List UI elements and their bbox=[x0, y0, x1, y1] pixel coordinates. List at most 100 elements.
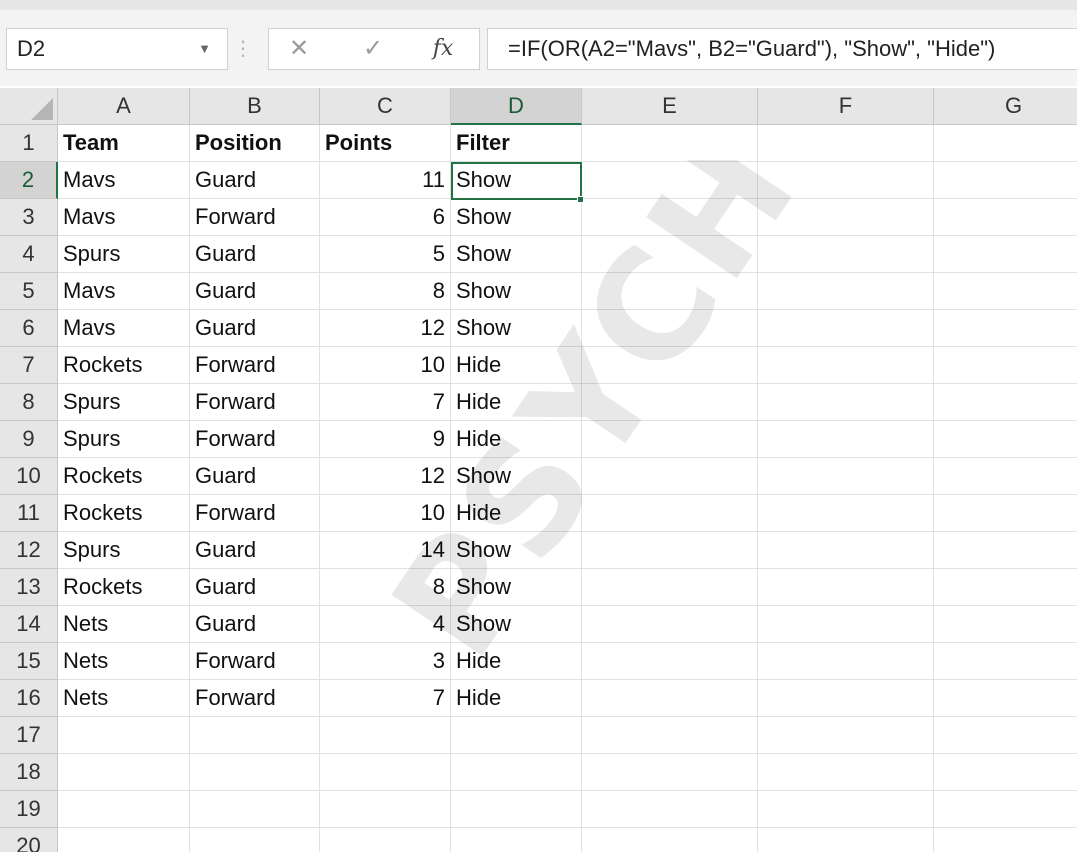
cell-a17[interactable] bbox=[58, 717, 190, 754]
cell-b8[interactable]: Forward bbox=[190, 384, 320, 421]
cell-c20[interactable] bbox=[320, 828, 451, 852]
row-header-19[interactable]: 19 bbox=[0, 791, 58, 828]
cell-a11[interactable]: Rockets bbox=[58, 495, 190, 532]
cell-b19[interactable] bbox=[190, 791, 320, 828]
cell-d4[interactable]: Show bbox=[451, 236, 582, 273]
cell-d18[interactable] bbox=[451, 754, 582, 791]
enter-icon[interactable]: ✓ bbox=[353, 29, 393, 69]
cell-f10[interactable] bbox=[758, 458, 934, 495]
row-header-1[interactable]: 1 bbox=[0, 125, 58, 162]
cell-g13[interactable] bbox=[934, 569, 1077, 606]
cell-d19[interactable] bbox=[451, 791, 582, 828]
cell-g10[interactable] bbox=[934, 458, 1077, 495]
cell-a20[interactable] bbox=[58, 828, 190, 852]
cell-d14[interactable]: Show bbox=[451, 606, 582, 643]
cell-a9[interactable]: Spurs bbox=[58, 421, 190, 458]
cell-c15[interactable]: 3 bbox=[320, 643, 451, 680]
cell-d1[interactable]: Filter bbox=[451, 125, 582, 162]
cell-c19[interactable] bbox=[320, 791, 451, 828]
cell-e18[interactable] bbox=[582, 754, 758, 791]
cell-d6[interactable]: Show bbox=[451, 310, 582, 347]
cell-c4[interactable]: 5 bbox=[320, 236, 451, 273]
cell-e8[interactable] bbox=[582, 384, 758, 421]
cell-f2[interactable] bbox=[758, 162, 934, 199]
cell-c1[interactable]: Points bbox=[320, 125, 451, 162]
cell-g18[interactable] bbox=[934, 754, 1077, 791]
cell-f9[interactable] bbox=[758, 421, 934, 458]
cell-a12[interactable]: Spurs bbox=[58, 532, 190, 569]
row-header-5[interactable]: 5 bbox=[0, 273, 58, 310]
cell-e2[interactable] bbox=[582, 162, 758, 199]
cell-d16[interactable]: Hide bbox=[451, 680, 582, 717]
cell-a7[interactable]: Rockets bbox=[58, 347, 190, 384]
cell-b14[interactable]: Guard bbox=[190, 606, 320, 643]
cell-b13[interactable]: Guard bbox=[190, 569, 320, 606]
cell-f14[interactable] bbox=[758, 606, 934, 643]
cell-a3[interactable]: Mavs bbox=[58, 199, 190, 236]
row-header-13[interactable]: 13 bbox=[0, 569, 58, 606]
cell-c11[interactable]: 10 bbox=[320, 495, 451, 532]
row-header-3[interactable]: 3 bbox=[0, 199, 58, 236]
cell-g3[interactable] bbox=[934, 199, 1077, 236]
column-header-g[interactable]: G bbox=[934, 88, 1077, 125]
cell-f6[interactable] bbox=[758, 310, 934, 347]
cell-f5[interactable] bbox=[758, 273, 934, 310]
cell-c14[interactable]: 4 bbox=[320, 606, 451, 643]
cell-g6[interactable] bbox=[934, 310, 1077, 347]
formula-input[interactable]: =IF(OR(A2="Mavs", B2="Guard"), "Show", "… bbox=[487, 28, 1077, 70]
row-header-11[interactable]: 11 bbox=[0, 495, 58, 532]
cell-a4[interactable]: Spurs bbox=[58, 236, 190, 273]
cell-g19[interactable] bbox=[934, 791, 1077, 828]
select-all-corner[interactable] bbox=[0, 88, 58, 125]
row-header-9[interactable]: 9 bbox=[0, 421, 58, 458]
cell-b4[interactable]: Guard bbox=[190, 236, 320, 273]
cell-b5[interactable]: Guard bbox=[190, 273, 320, 310]
cell-b20[interactable] bbox=[190, 828, 320, 852]
chevron-down-icon[interactable]: ▼ bbox=[198, 29, 211, 69]
cell-c2[interactable]: 11 bbox=[320, 162, 451, 199]
column-header-d[interactable]: D bbox=[451, 88, 582, 125]
row-header-8[interactable]: 8 bbox=[0, 384, 58, 421]
cell-b7[interactable]: Forward bbox=[190, 347, 320, 384]
cell-e20[interactable] bbox=[582, 828, 758, 852]
cell-f16[interactable] bbox=[758, 680, 934, 717]
cell-b11[interactable]: Forward bbox=[190, 495, 320, 532]
row-header-2[interactable]: 2 bbox=[0, 162, 58, 199]
cell-a19[interactable] bbox=[58, 791, 190, 828]
cell-e6[interactable] bbox=[582, 310, 758, 347]
cell-a13[interactable]: Rockets bbox=[58, 569, 190, 606]
cell-a1[interactable]: Team bbox=[58, 125, 190, 162]
row-header-16[interactable]: 16 bbox=[0, 680, 58, 717]
cell-e1[interactable] bbox=[582, 125, 758, 162]
name-box[interactable]: D2 ▼ bbox=[6, 28, 228, 70]
cell-g7[interactable] bbox=[934, 347, 1077, 384]
cell-d15[interactable]: Hide bbox=[451, 643, 582, 680]
cell-g8[interactable] bbox=[934, 384, 1077, 421]
cell-e9[interactable] bbox=[582, 421, 758, 458]
cell-d12[interactable]: Show bbox=[451, 532, 582, 569]
row-header-15[interactable]: 15 bbox=[0, 643, 58, 680]
cell-c8[interactable]: 7 bbox=[320, 384, 451, 421]
cell-b2[interactable]: Guard bbox=[190, 162, 320, 199]
cell-f8[interactable] bbox=[758, 384, 934, 421]
cell-b12[interactable]: Guard bbox=[190, 532, 320, 569]
cell-e15[interactable] bbox=[582, 643, 758, 680]
cell-g12[interactable] bbox=[934, 532, 1077, 569]
cell-f11[interactable] bbox=[758, 495, 934, 532]
cell-d13[interactable]: Show bbox=[451, 569, 582, 606]
row-header-14[interactable]: 14 bbox=[0, 606, 58, 643]
cell-d7[interactable]: Hide bbox=[451, 347, 582, 384]
row-header-10[interactable]: 10 bbox=[0, 458, 58, 495]
cell-c3[interactable]: 6 bbox=[320, 199, 451, 236]
cell-c6[interactable]: 12 bbox=[320, 310, 451, 347]
cell-c9[interactable]: 9 bbox=[320, 421, 451, 458]
cell-b1[interactable]: Position bbox=[190, 125, 320, 162]
cell-e4[interactable] bbox=[582, 236, 758, 273]
cell-b3[interactable]: Forward bbox=[190, 199, 320, 236]
cell-d3[interactable]: Show bbox=[451, 199, 582, 236]
cell-e16[interactable] bbox=[582, 680, 758, 717]
column-header-f[interactable]: F bbox=[758, 88, 934, 125]
cell-e11[interactable] bbox=[582, 495, 758, 532]
cell-f7[interactable] bbox=[758, 347, 934, 384]
cell-c7[interactable]: 10 bbox=[320, 347, 451, 384]
